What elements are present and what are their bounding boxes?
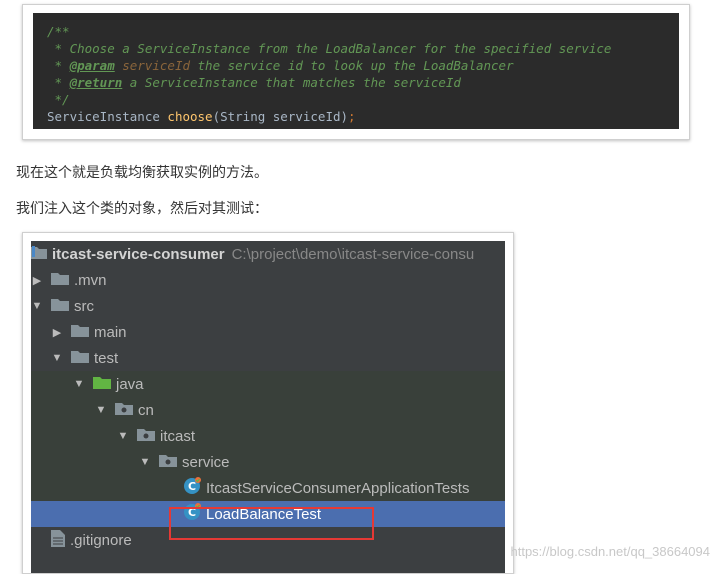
svg-text:C: C	[188, 480, 196, 493]
tree-item-src[interactable]: ▼ src	[31, 293, 505, 319]
tree-root-label: itcast-service-consumer	[52, 245, 225, 263]
tree-item-cn[interactable]: ▼ cn	[31, 397, 505, 423]
code-block-frame: /** * Choose a ServiceInstance from the …	[22, 4, 690, 140]
tree-item-label: java	[116, 375, 144, 393]
folder-icon	[51, 272, 69, 289]
code-block: /** * Choose a ServiceInstance from the …	[33, 13, 679, 129]
tree-item-app-tests[interactable]: C ItcastServiceConsumerApplicationTests	[31, 475, 505, 501]
paragraph-1: 现在这个就是负载均衡获取实例的方法。	[16, 164, 268, 180]
code-text: /** * Choose a ServiceInstance from the …	[33, 13, 679, 125]
code-return-type: ServiceInstance	[47, 109, 168, 124]
file-icon	[51, 529, 65, 551]
tree-item-java[interactable]: ▼ java	[31, 371, 505, 397]
javadoc-param-tag: @param	[69, 58, 115, 73]
tree-item-label: cn	[138, 401, 154, 419]
code-comment-line: Choose a ServiceInstance from the LoadBa…	[69, 41, 612, 56]
tree-item-service[interactable]: ▼ service	[31, 449, 505, 475]
package-icon	[115, 402, 133, 419]
watermark: https://blog.csdn.net/qq_38664094	[510, 544, 711, 559]
chevron-down-icon[interactable]: ▼	[95, 404, 107, 416]
code-semicolon: ;	[348, 109, 356, 124]
tree-item-main[interactable]: ▶ main	[31, 319, 505, 345]
tree-item-itcast[interactable]: ▼ itcast	[31, 423, 505, 449]
module-folder-icon	[31, 245, 47, 263]
chevron-down-icon[interactable]: ▼	[51, 352, 63, 364]
package-icon	[137, 428, 155, 445]
tree-item-mvn[interactable]: ▶ .mvn	[31, 267, 505, 293]
folder-icon	[71, 350, 89, 367]
chevron-down-icon[interactable]: ▼	[73, 378, 85, 390]
test-source-folder-icon	[93, 376, 111, 393]
tree-item-label: main	[94, 323, 127, 341]
chevron-down-icon[interactable]: ▼	[31, 300, 43, 312]
chevron-right-icon[interactable]: ▶	[31, 274, 43, 287]
highlight-box	[169, 507, 374, 540]
code-comment-star: *	[47, 75, 70, 90]
tree-item-label: .mvn	[74, 271, 107, 289]
code-comment-end: */	[47, 92, 70, 107]
code-method-args: (String serviceId)	[212, 109, 349, 124]
code-comment-line: the service id to look up the LoadBalanc…	[190, 58, 514, 73]
code-method-name: choose	[167, 109, 213, 124]
tree-root-path: C:\project\demo\itcast-service-consu	[231, 245, 475, 263]
folder-icon	[71, 324, 89, 341]
javadoc-return-tag: @return	[69, 75, 123, 90]
tree-root-row[interactable]: itcast-service-consumer C:\project\demo\…	[31, 241, 505, 267]
code-comment-line: /**	[47, 24, 70, 39]
code-comment-star: *	[47, 58, 70, 73]
tree-item-label: test	[94, 349, 119, 367]
code-comment-line: a ServiceInstance that matches the servi…	[122, 75, 461, 90]
tree-item-test[interactable]: ▼ test	[31, 345, 505, 371]
test-class-icon: C	[183, 477, 201, 499]
tree-item-label: service	[182, 453, 230, 471]
tree-item-label: itcast	[160, 427, 196, 445]
chevron-down-icon[interactable]: ▼	[139, 456, 151, 468]
package-icon	[159, 454, 177, 471]
chevron-right-icon[interactable]: ▶	[51, 326, 63, 339]
chevron-down-icon[interactable]: ▼	[117, 430, 129, 442]
code-comment-star: *	[47, 41, 70, 56]
javadoc-param-name: serviceId	[122, 58, 190, 73]
tree-item-label: .gitignore	[70, 531, 132, 549]
tree-item-label: src	[74, 297, 94, 315]
tree-item-label: ItcastServiceConsumerApplicationTests	[206, 479, 470, 497]
folder-icon	[51, 298, 69, 315]
paragraph-2: 我们注入这个类的对象，然后对其测试：	[16, 200, 268, 216]
